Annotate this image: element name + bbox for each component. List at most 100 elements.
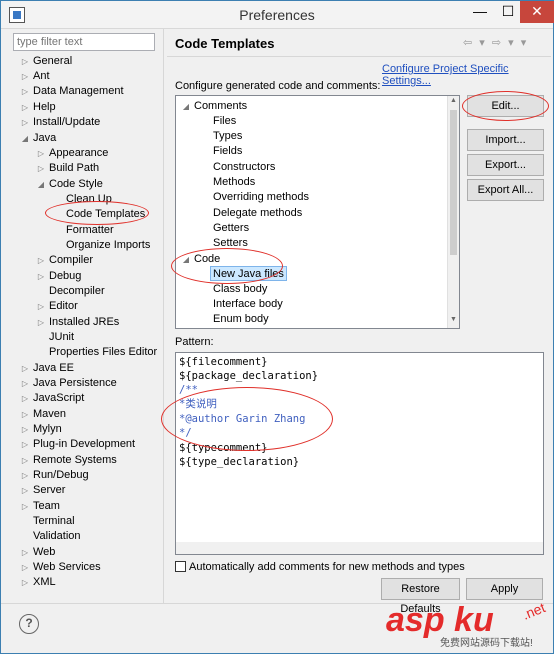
expand-icon[interactable]: ▷ (20, 453, 30, 468)
maximize-button[interactable]: ☐ (494, 1, 522, 23)
minimize-button[interactable]: — (466, 1, 494, 23)
tree-item-formatter[interactable]: Formatter (53, 223, 114, 238)
expand-icon[interactable]: ▷ (20, 115, 30, 130)
tree-item-installed-jres[interactable]: ▷ Installed JREs (36, 315, 119, 330)
expand-icon[interactable]: ▷ (20, 422, 30, 437)
template-item[interactable]: Interface body (213, 297, 283, 312)
edit-button[interactable]: Edit... (467, 95, 544, 117)
title-bar[interactable]: Preferences — ☐ ✕ (1, 1, 554, 29)
tree-item-javascript[interactable]: ▷ JavaScript (20, 391, 84, 406)
tree-item-java-persistence[interactable]: ▷ Java Persistence (20, 376, 117, 391)
template-item[interactable]: Methods (213, 175, 255, 190)
tree-item-install-update[interactable]: ▷ Install/Update (20, 115, 100, 130)
template-item[interactable]: Getters (213, 221, 249, 236)
expand-icon[interactable]: ▷ (20, 483, 30, 498)
tree-item-validation[interactable]: Validation (20, 529, 81, 544)
history-nav-icons[interactable]: ⇦ ▾ ⇨ ▾ ▾ (463, 36, 528, 49)
tree-item-editor[interactable]: ▷ Editor (36, 299, 78, 314)
expand-icon[interactable]: ▷ (20, 545, 30, 560)
tree-item-properties-files-editor[interactable]: Properties Files Editor (36, 345, 157, 360)
tree-item-xml[interactable]: ▷ XML (20, 575, 56, 590)
tree-item-build-path[interactable]: ▷ Build Path (36, 161, 99, 176)
tree-item-appearance[interactable]: ▷ Appearance (36, 146, 108, 161)
tree-item-web-services[interactable]: ▷ Web Services (20, 560, 101, 575)
expand-icon[interactable]: ▷ (20, 54, 30, 69)
expand-icon[interactable]: ▷ (20, 69, 30, 84)
tree-item-web[interactable]: ▷ Web (20, 545, 56, 560)
tree-item-remote-systems[interactable]: ▷ Remote Systems (20, 453, 117, 468)
tree-item-mylyn[interactable]: ▷ Mylyn (20, 422, 62, 437)
tree-item-java-ee[interactable]: ▷ Java EE (20, 361, 74, 376)
tree-item-ant[interactable]: ▷ Ant (20, 69, 50, 84)
template-group-comments[interactable]: ◢ Comments (181, 99, 247, 114)
templates-scrollbar[interactable]: ▲ ▼ (447, 96, 459, 328)
expand-icon[interactable]: ▷ (36, 315, 46, 330)
expand-icon[interactable]: ▷ (20, 391, 30, 406)
template-item[interactable]: Types (213, 129, 242, 144)
collapse-icon[interactable]: ◢ (20, 131, 30, 146)
expand-icon[interactable]: ▷ (20, 499, 30, 514)
filter-input[interactable] (13, 33, 155, 51)
template-item[interactable]: Delegate methods (213, 206, 302, 221)
tree-item-general[interactable]: ▷ General (20, 54, 72, 69)
template-item[interactable]: Files (213, 114, 236, 129)
template-item[interactable]: Setters (213, 236, 248, 251)
expand-icon[interactable]: ▷ (20, 560, 30, 575)
tree-item-plug-in-development[interactable]: ▷ Plug-in Development (20, 437, 135, 452)
tree-item-team[interactable]: ▷ Team (20, 499, 60, 514)
template-item-selected[interactable]: New Java files (210, 266, 287, 281)
tree-item-clean-up[interactable]: Clean Up (53, 192, 112, 207)
expand-icon[interactable]: ▷ (20, 407, 30, 422)
template-item[interactable]: Class body (213, 282, 267, 297)
tree-item-maven[interactable]: ▷ Maven (20, 407, 66, 422)
expand-icon[interactable]: ▷ (36, 146, 46, 161)
expand-icon[interactable]: ▷ (20, 84, 30, 99)
expand-icon[interactable]: ▷ (20, 376, 30, 391)
template-item[interactable]: Overriding methods (213, 190, 309, 205)
expand-icon[interactable]: ▷ (20, 575, 30, 590)
expand-icon[interactable]: ▷ (20, 100, 30, 115)
scroll-up-icon[interactable]: ▲ (448, 97, 459, 104)
template-group-code[interactable]: ◢ Code (181, 252, 220, 267)
export-button[interactable]: Export... (467, 154, 544, 176)
tree-item-run-debug[interactable]: ▷ Run/Debug (20, 468, 89, 483)
tree-item-java[interactable]: ◢ Java (20, 131, 56, 146)
auto-comments-checkbox[interactable] (175, 561, 186, 572)
tree-item-decompiler[interactable]: Decompiler (36, 284, 105, 299)
apply-button[interactable]: Apply (466, 578, 543, 600)
tree-item-server[interactable]: ▷ Server (20, 483, 65, 498)
tree-item-organize-imports[interactable]: Organize Imports (53, 238, 150, 253)
expand-icon[interactable]: ▷ (36, 161, 46, 176)
pattern-hscrollbar[interactable] (176, 542, 543, 554)
help-icon[interactable]: ? (19, 614, 39, 634)
restore-defaults-button[interactable]: Restore Defaults (381, 578, 460, 615)
expand-icon[interactable]: ▷ (20, 437, 30, 452)
tree-item-junit[interactable]: JUnit (36, 330, 74, 345)
template-item[interactable]: Constructors (213, 160, 275, 175)
collapse-icon[interactable]: ◢ (181, 252, 191, 267)
pattern-editor[interactable]: ${filecomment} ${package_declaration} /*… (175, 352, 544, 555)
expand-icon[interactable]: ▷ (20, 361, 30, 376)
pane-divider[interactable] (163, 29, 164, 603)
close-button[interactable]: ✕ (520, 1, 554, 23)
tree-item-debug[interactable]: ▷ Debug (36, 269, 82, 284)
expand-icon[interactable]: ▷ (36, 299, 46, 314)
configure-project-settings-link[interactable]: Configure Project Specific Settings... (382, 63, 553, 87)
scroll-thumb[interactable] (450, 110, 457, 255)
template-item[interactable]: Fields (213, 144, 242, 159)
collapse-icon[interactable]: ◢ (181, 99, 191, 114)
export-all-button[interactable]: Export All... (467, 179, 544, 201)
collapse-icon[interactable]: ◢ (36, 177, 46, 192)
tree-item-code-style[interactable]: ◢ Code Style (36, 177, 103, 192)
tree-item-help[interactable]: ▷ Help (20, 100, 56, 115)
tree-item-code-templates[interactable]: Code Templates (53, 207, 145, 222)
expand-icon[interactable]: ▷ (36, 269, 46, 284)
import-button[interactable]: Import... (467, 129, 544, 151)
scroll-down-icon[interactable]: ▼ (448, 316, 459, 323)
tree-item-data-management[interactable]: ▷ Data Management (20, 84, 124, 99)
tree-item-terminal[interactable]: Terminal (20, 514, 75, 529)
tree-item-compiler[interactable]: ▷ Compiler (36, 253, 93, 268)
auto-comments-option[interactable]: Automatically add comments for new metho… (175, 560, 465, 574)
template-item[interactable]: Enum body (213, 312, 269, 327)
expand-icon[interactable]: ▷ (20, 468, 30, 483)
